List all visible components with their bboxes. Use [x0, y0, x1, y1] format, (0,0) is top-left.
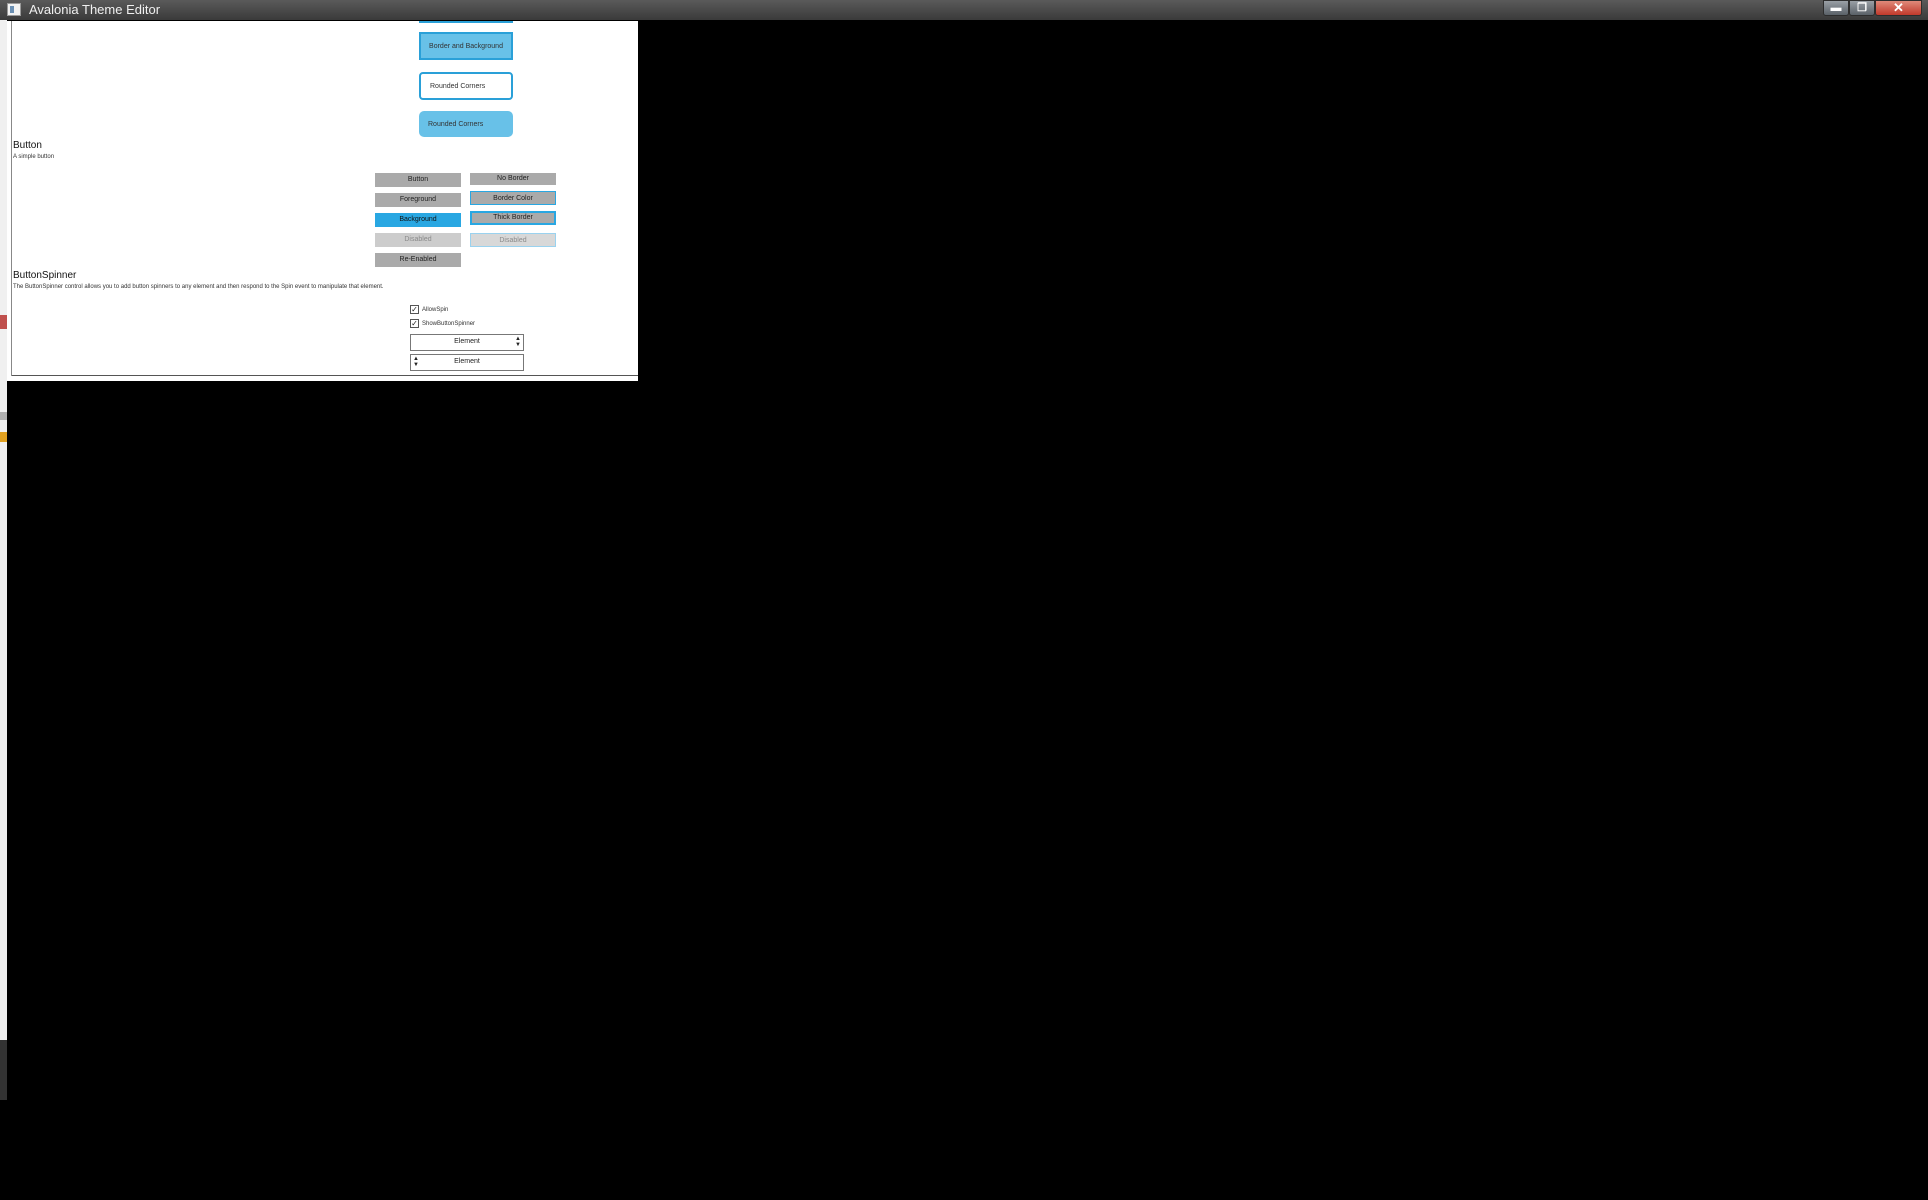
show-spinner-checkbox[interactable]: ✓: [410, 319, 419, 328]
strip-marker: [0, 315, 7, 329]
button-default[interactable]: Button: [375, 173, 461, 187]
spinner-content: Element: [454, 338, 480, 345]
button-no-border[interactable]: No Border: [470, 173, 556, 185]
button-section-title: Button: [13, 140, 42, 151]
spin-arrows-icon[interactable]: ▲ ▼: [514, 336, 522, 349]
button-thick-border[interactable]: Thick Border: [470, 211, 556, 225]
button-section-description: A simple button: [13, 154, 55, 160]
show-spinner-option[interactable]: ✓ ShowButtonSpinner: [410, 319, 475, 328]
title-bar: Avalonia Theme Editor ▬ ❐ ✕: [0, 0, 1928, 20]
button-background[interactable]: Background: [375, 213, 461, 227]
button-spinner-left[interactable]: ▲ ▼ Element: [410, 354, 524, 371]
strip-marker: [0, 412, 7, 420]
panel-bottom-border: [12, 375, 638, 376]
background-window-strip: [0, 20, 7, 1100]
spinner-content: Element: [454, 358, 480, 365]
app-icon: [7, 3, 21, 16]
strip-marker: [0, 1040, 7, 1100]
border-sample-edge: [419, 21, 513, 23]
spinner-section-title: ButtonSpinner: [13, 270, 77, 281]
button-spinner-right[interactable]: Element ▲ ▼: [410, 334, 524, 351]
button-disabled: Disabled: [375, 233, 461, 247]
button-foreground[interactable]: Foreground: [375, 193, 461, 207]
preview-panel: Border and Background Rounded Corners Ro…: [7, 21, 638, 381]
minimize-button[interactable]: ▬: [1823, 0, 1849, 16]
strip-marker: [0, 432, 7, 442]
rounded-corners-sample: Rounded Corners: [419, 72, 513, 100]
border-background-sample: Border and Background: [419, 32, 513, 60]
window-title: Avalonia Theme Editor: [29, 2, 161, 17]
button-border-color[interactable]: Border Color: [470, 191, 556, 205]
allow-spin-label: AllowSpin: [422, 306, 449, 313]
button-disabled-bordered: Disabled: [470, 233, 556, 247]
show-spinner-label: ShowButtonSpinner: [422, 320, 476, 327]
allow-spin-checkbox[interactable]: ✓: [410, 305, 419, 314]
close-button[interactable]: ✕: [1875, 0, 1922, 16]
rounded-corners-filled-sample: Rounded Corners: [419, 111, 513, 137]
spinner-section-description: The ButtonSpinner control allows you to …: [13, 284, 384, 290]
allow-spin-option[interactable]: ✓ AllowSpin: [410, 305, 448, 314]
button-re-enabled[interactable]: Re-Enabled: [375, 253, 461, 267]
panel-divider: [11, 21, 12, 376]
maximize-button[interactable]: ❐: [1849, 0, 1875, 16]
